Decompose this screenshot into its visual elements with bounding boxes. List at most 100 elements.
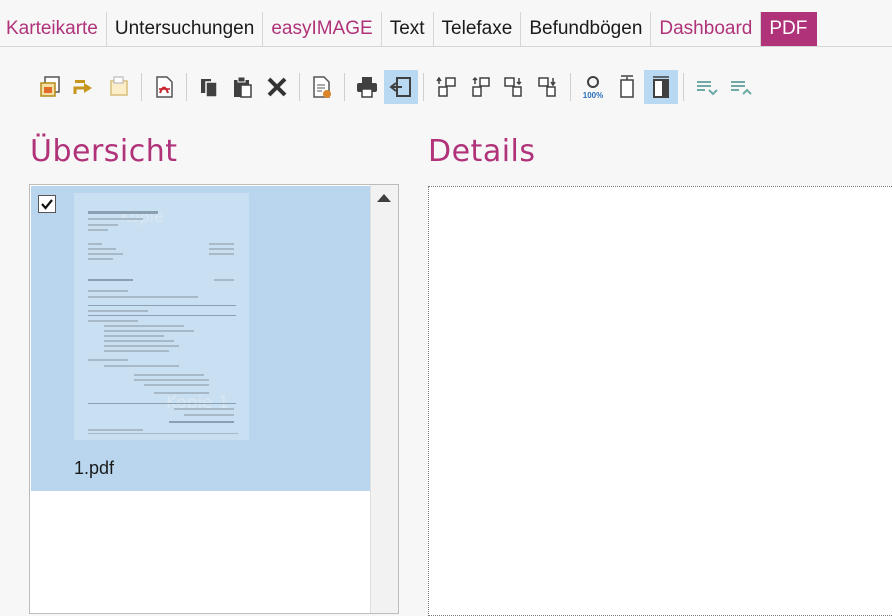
fit-width-icon [653, 76, 669, 98]
item-checkbox[interactable] [38, 195, 56, 213]
tab-befundboegen[interactable]: Befundbögen [521, 12, 652, 46]
tab-pdf[interactable]: PDF [761, 12, 818, 46]
toolbar-separator [299, 73, 300, 101]
thumbnail-text-line [88, 211, 158, 214]
folder-import-icon [110, 76, 128, 96]
tab-text[interactable]: Text [381, 12, 434, 46]
thumbnail-text-line [134, 374, 204, 376]
zoom-100-icon: 100% [583, 76, 603, 100]
tab-easyimage[interactable]: easyIMAGE [263, 12, 382, 46]
toolbar-separator [570, 73, 571, 101]
pdf-icon [156, 76, 173, 98]
list-item[interactable]: Kopie Kopie 1 1.pdf [31, 186, 371, 491]
move-up-icon [472, 76, 490, 97]
fit-height-button[interactable] [610, 70, 644, 104]
delete-icon [267, 77, 287, 97]
list-previous-button[interactable] [689, 70, 723, 104]
thumbnail-text-line [88, 433, 238, 434]
move-down-button[interactable] [497, 70, 531, 104]
tab-telefaxe[interactable]: Telefaxe [433, 12, 522, 46]
thumbnail-text-line [104, 330, 194, 332]
delete-button[interactable] [260, 70, 294, 104]
zoom-label: 100% [583, 91, 603, 100]
list-next-button[interactable] [723, 70, 757, 104]
toolbar-separator [186, 73, 187, 101]
thumbnail-text-line [209, 248, 234, 250]
thumbnail-text-line [174, 408, 234, 410]
thumbnail-text-line [88, 224, 118, 226]
overview-panel: Kopie Kopie 1 1.pdf [29, 184, 399, 614]
thumbnail-text-line [88, 296, 198, 298]
fit-width-button[interactable] [644, 70, 678, 104]
thumbnail-text-line [88, 248, 116, 250]
overview-title: Übersicht [30, 134, 178, 169]
insert-left-icon [389, 77, 411, 97]
thumbnail-text-line [214, 279, 234, 281]
print-icon [357, 77, 377, 98]
move-down-icon [504, 77, 522, 97]
copy-button[interactable] [192, 70, 226, 104]
details-title: Details [428, 134, 536, 169]
thumbnail-text-line [104, 325, 184, 327]
thumbnail-text-line [88, 253, 123, 255]
tab-dashboard[interactable]: Dashboard [651, 12, 762, 46]
toolbar-separator [344, 73, 345, 101]
export-icon [73, 80, 92, 94]
thumbnail-text-line [88, 429, 143, 431]
toolbar-separator [141, 73, 142, 101]
thumbnail-text-line [184, 414, 234, 416]
checkmark-icon [41, 199, 53, 210]
document-edit-icon [313, 76, 331, 98]
paste-button[interactable] [226, 70, 260, 104]
thumbnail-watermark-top: Kopie [120, 207, 164, 226]
zoom-100-button[interactable]: 100% [576, 70, 610, 104]
copy-icon [201, 79, 218, 98]
list-previous-icon [697, 81, 718, 96]
fit-height-icon [620, 75, 634, 98]
tab-bar: Karteikarte Untersuchungen easyIMAGE Tex… [0, 12, 892, 47]
thumbnail-text-line [88, 229, 108, 231]
thumbnail-text-line [104, 350, 169, 352]
thumbnail-text-line [88, 305, 236, 306]
thumbnail-text-line [134, 379, 209, 381]
thumbnail-text-line [144, 384, 209, 386]
thumbnail-text-line [154, 392, 209, 394]
list-next-icon [731, 81, 752, 95]
thumbnail-text-line [88, 218, 143, 220]
export-button[interactable] [68, 70, 102, 104]
toolbar-separator [683, 73, 684, 101]
item-filename: 1.pdf [74, 458, 115, 478]
thumbnail-text-line [104, 345, 179, 347]
thumbnail-text-line [104, 340, 174, 342]
insert-left-button[interactable] [384, 70, 418, 104]
thumbnail-text-line [88, 310, 148, 312]
paste-icon [234, 76, 252, 98]
import-scan-button[interactable] [34, 70, 68, 104]
thumbnail-text-line [88, 315, 236, 316]
details-panel [428, 186, 892, 616]
thumbnail-text-line [88, 290, 128, 292]
thumbnail-text-line [88, 279, 133, 281]
tab-untersuchungen[interactable]: Untersuchungen [106, 12, 264, 46]
thumbnail-text-line [88, 243, 102, 245]
scroll-up-arrow-icon[interactable] [377, 194, 391, 202]
folder-import-button[interactable] [102, 70, 136, 104]
move-last-button[interactable] [531, 70, 565, 104]
document-edit-button[interactable] [305, 70, 339, 104]
thumbnail-text-line [209, 243, 234, 245]
move-last-icon [538, 77, 556, 97]
thumbnail-text-line [104, 365, 179, 367]
toolbar: 100% [34, 68, 757, 106]
print-button[interactable] [350, 70, 384, 104]
tab-karteikarte[interactable]: Karteikarte [0, 12, 107, 46]
thumbnail-text-line [104, 335, 164, 337]
move-first-button[interactable] [429, 70, 463, 104]
move-up-button[interactable] [463, 70, 497, 104]
move-first-icon [436, 76, 456, 97]
import-scan-icon [40, 76, 60, 97]
vertical-scrollbar[interactable] [370, 185, 398, 613]
pdf-thumbnail: Kopie Kopie 1 [74, 193, 249, 440]
toolbar-separator [423, 73, 424, 101]
pdf-button[interactable] [147, 70, 181, 104]
thumbnail-text-line [169, 421, 234, 423]
